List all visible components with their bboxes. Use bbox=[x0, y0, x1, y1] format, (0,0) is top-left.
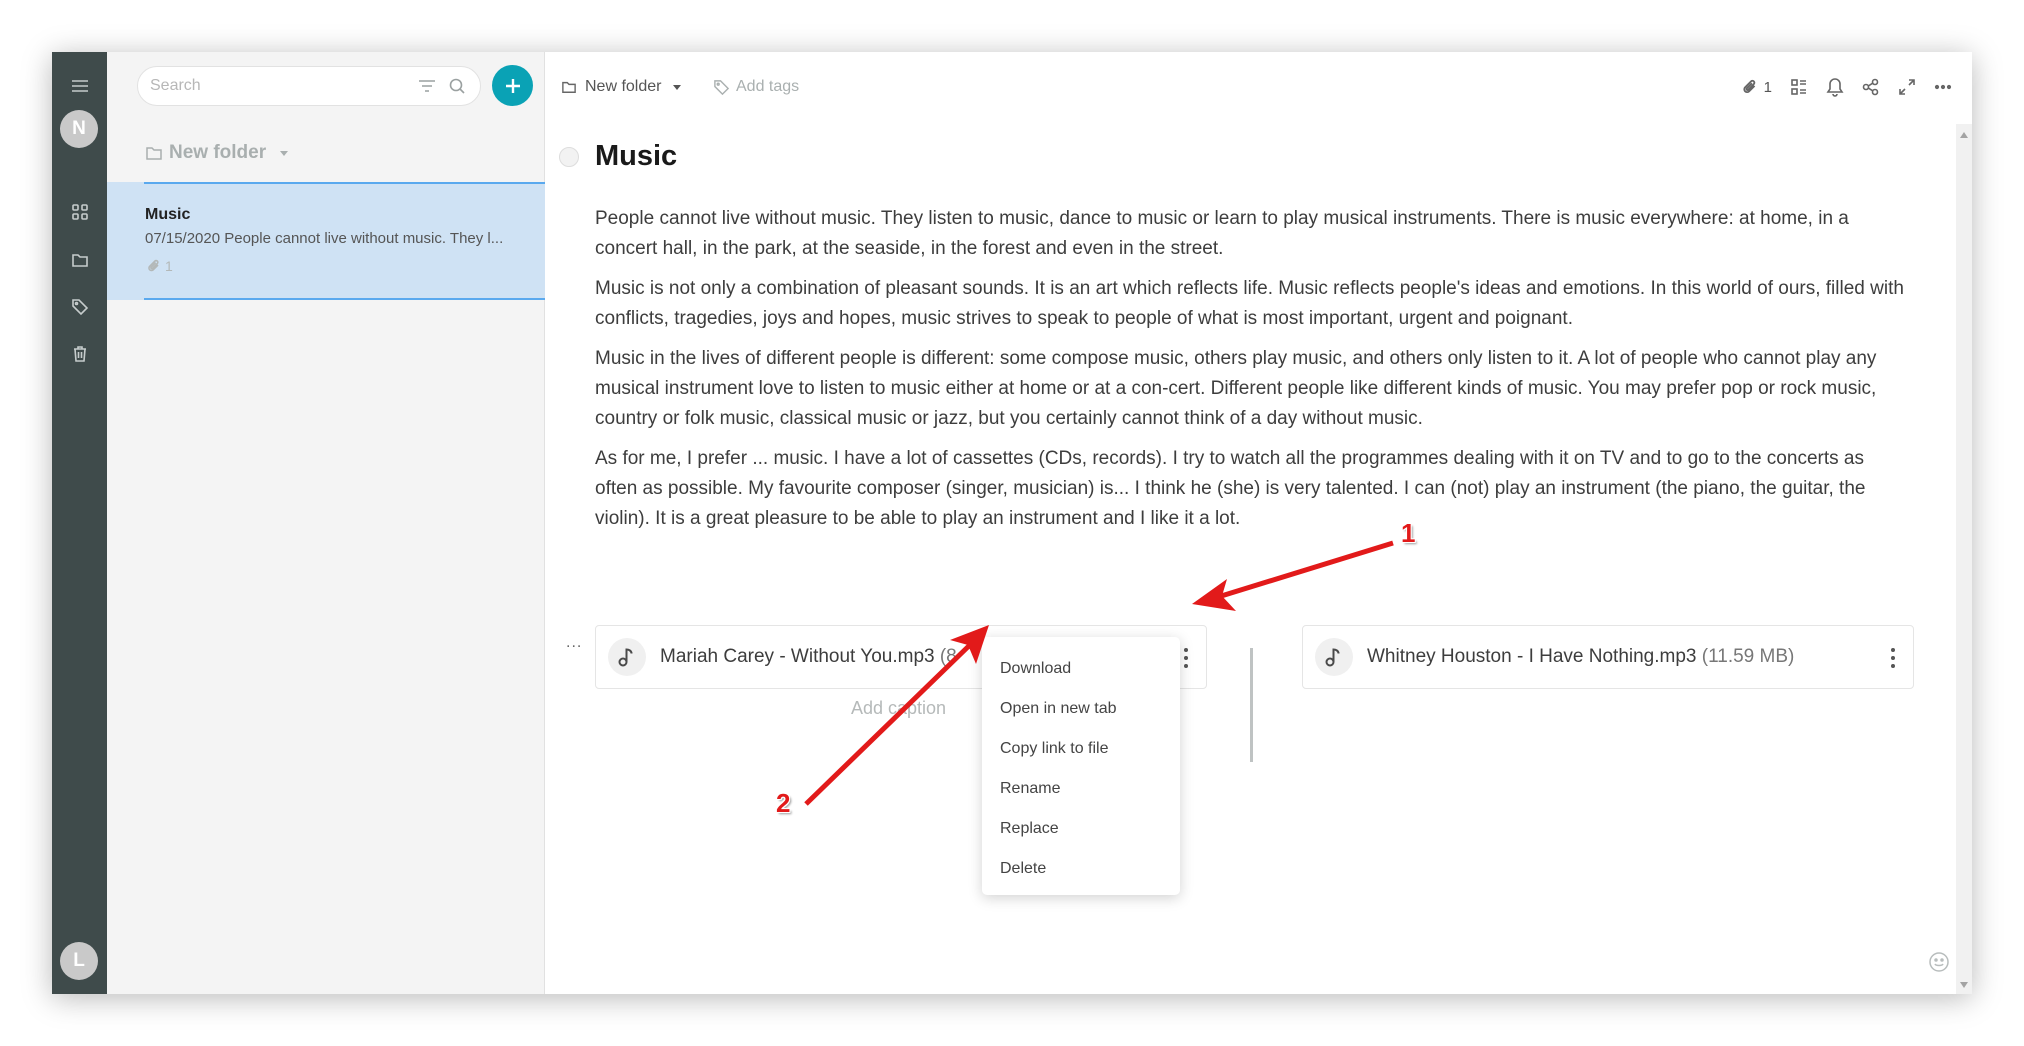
attachments-count: 1 bbox=[1763, 78, 1772, 96]
editor-panel: New folder Add tags 1 Music People canno… bbox=[545, 52, 1972, 994]
file-attachment-card[interactable]: Whitney Houston - I Have Nothing.mp3 (11… bbox=[1302, 625, 1914, 689]
trash-icon bbox=[73, 346, 86, 362]
scroll-up-icon[interactable] bbox=[1960, 132, 1968, 138]
search-icon bbox=[449, 78, 465, 94]
note-list-item[interactable]: Music 07/15/2020 People cannot live with… bbox=[107, 182, 545, 300]
paperclip-icon bbox=[1743, 79, 1755, 94]
rail-item-dashboard[interactable] bbox=[52, 194, 107, 230]
menu-item-download[interactable]: Download bbox=[982, 649, 1180, 689]
checklist-button[interactable] bbox=[1790, 74, 1808, 100]
folder-icon bbox=[146, 147, 162, 160]
note-list-panel: New folder Music 07/15/2020 People canno… bbox=[107, 52, 545, 994]
checklist-icon bbox=[1791, 79, 1806, 95]
paragraph: Music in the lives of different people i… bbox=[595, 348, 1877, 429]
caret-down-icon bbox=[280, 150, 289, 156]
app-window: N L New folder bbox=[52, 52, 1972, 994]
paragraph: As for me, I prefer ... music. I have a … bbox=[595, 448, 1866, 529]
note-item-title: Music bbox=[145, 206, 191, 223]
menu-item-delete[interactable]: Delete bbox=[982, 849, 1180, 889]
expand-icon bbox=[1899, 79, 1915, 95]
menu-button[interactable] bbox=[52, 68, 107, 104]
file-context-menu: Download Open in new tab Copy link to fi… bbox=[982, 637, 1180, 895]
note-title[interactable]: Music bbox=[595, 140, 677, 173]
folder-icon bbox=[562, 81, 576, 93]
file-options-button[interactable] bbox=[1180, 646, 1192, 670]
folder-title: New folder bbox=[169, 142, 267, 163]
more-options-button[interactable] bbox=[1934, 74, 1952, 100]
caret-down-icon bbox=[673, 84, 682, 90]
note-body[interactable]: People cannot live without music. They l… bbox=[595, 204, 1905, 544]
annotation-label-2: 2 bbox=[776, 788, 791, 818]
reminder-button[interactable] bbox=[1826, 74, 1844, 100]
user-avatar[interactable]: N bbox=[60, 110, 98, 148]
caption-input[interactable]: Add caption bbox=[851, 698, 946, 719]
bell-icon bbox=[1826, 78, 1844, 97]
left-rail: N L bbox=[52, 52, 107, 994]
note-item-snippet: 07/15/2020 People cannot live without mu… bbox=[145, 230, 504, 247]
menu-item-rename[interactable]: Rename bbox=[982, 769, 1180, 809]
rail-item-trash[interactable] bbox=[52, 336, 107, 372]
menu-item-copy-link[interactable]: Copy link to file bbox=[982, 729, 1180, 769]
share-icon bbox=[1862, 78, 1879, 96]
note-item-attachments: 1 bbox=[147, 258, 173, 274]
rail-item-folders[interactable] bbox=[52, 242, 107, 278]
rail-item-tags[interactable] bbox=[52, 289, 107, 325]
music-note-icon bbox=[1325, 648, 1340, 667]
tag-icon bbox=[71, 299, 88, 316]
music-file-icon bbox=[608, 638, 646, 676]
music-file-icon bbox=[1315, 638, 1353, 676]
expand-button[interactable] bbox=[1898, 74, 1916, 100]
file-name: Whitney Houston - I Have Nothing.mp3 (11… bbox=[1367, 646, 1795, 667]
column-resize-handle[interactable] bbox=[1250, 648, 1253, 762]
filter-button[interactable] bbox=[416, 75, 438, 97]
search-button[interactable] bbox=[446, 75, 468, 97]
complete-checkbox[interactable] bbox=[559, 146, 579, 167]
emoji-button[interactable] bbox=[1928, 951, 1950, 978]
breadcrumb-folder[interactable]: New folder bbox=[561, 78, 682, 96]
grid-icon bbox=[71, 204, 88, 220]
file-name: Mariah Carey - Without You.mp3 (8 bbox=[660, 646, 957, 667]
bottom-avatar[interactable]: L bbox=[60, 942, 98, 980]
paragraph: People cannot live without music. They l… bbox=[595, 208, 1849, 259]
menu-item-replace[interactable]: Replace bbox=[982, 809, 1180, 849]
scroll-down-icon[interactable] bbox=[1960, 982, 1968, 988]
add-tags-label: Add tags bbox=[736, 78, 800, 95]
block-handle[interactable]: ... bbox=[566, 634, 582, 652]
paragraph: Music is not only a combination of pleas… bbox=[595, 278, 1904, 329]
add-note-button[interactable] bbox=[492, 65, 533, 106]
more-horizontal-icon bbox=[1934, 84, 1952, 90]
hamburger-icon bbox=[71, 80, 88, 92]
attachment-count: 1 bbox=[165, 258, 173, 274]
add-tags-button[interactable]: Add tags bbox=[713, 78, 799, 96]
search-box bbox=[137, 66, 481, 106]
smiley-icon bbox=[1929, 952, 1949, 972]
tag-icon bbox=[714, 79, 730, 95]
breadcrumb-folder-label: New folder bbox=[585, 78, 662, 95]
editor-scrollbar[interactable] bbox=[1956, 124, 1972, 994]
folder-selector[interactable]: New folder bbox=[145, 142, 289, 164]
annotation-label-1: 1 bbox=[1401, 518, 1416, 548]
paperclip-icon bbox=[148, 259, 159, 272]
file-options-button[interactable] bbox=[1887, 646, 1899, 670]
filter-icon bbox=[419, 80, 435, 92]
attachments-button[interactable]: 1 bbox=[1742, 74, 1772, 100]
editor-toolbar: 1 bbox=[1742, 74, 1952, 100]
search-input[interactable] bbox=[150, 77, 408, 95]
menu-item-open-new-tab[interactable]: Open in new tab bbox=[982, 689, 1180, 729]
note-title-row: Music bbox=[559, 140, 677, 173]
folder-icon bbox=[71, 254, 88, 267]
plus-icon bbox=[505, 78, 520, 93]
share-button[interactable] bbox=[1862, 74, 1880, 100]
music-note-icon bbox=[618, 648, 633, 667]
